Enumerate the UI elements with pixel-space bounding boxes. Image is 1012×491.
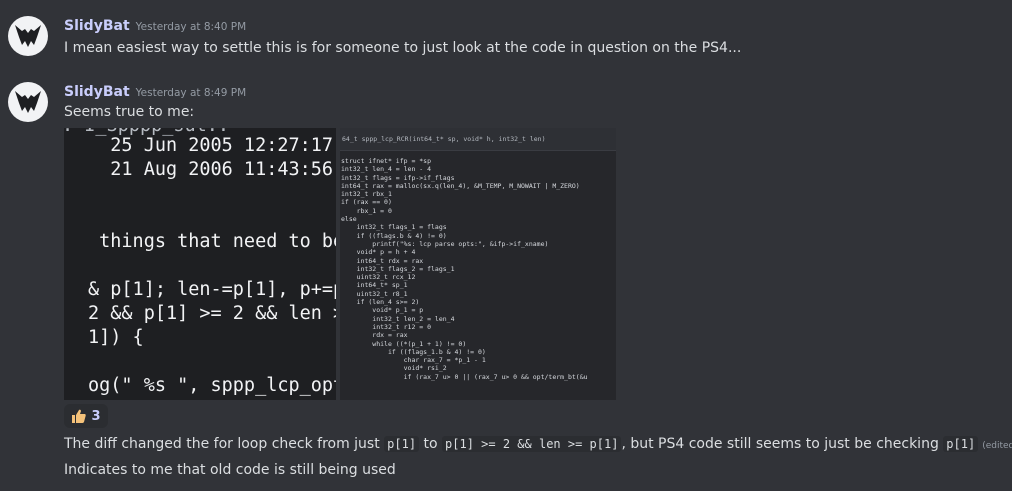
message-text: Indicates to me that old code is still b…: [64, 462, 396, 478]
timestamp[interactable]: Yesterday at 8:49 PM: [136, 87, 247, 99]
text-segment: The diff changed the for loop check from…: [64, 436, 380, 452]
inline-code: p[1] >= 2 && len >= p[1]: [442, 436, 622, 452]
inline-code: p[1]: [384, 436, 420, 452]
thumbs-up-icon: [72, 409, 87, 423]
message-text: Seems true to me:: [64, 104, 195, 120]
message-header: SlidyBat Yesterday at 8:49 PM: [64, 84, 246, 100]
inline-code: p[1]: [943, 436, 979, 452]
message-header: SlidyBat Yesterday at 8:40 PM: [64, 18, 246, 34]
message-text: The diff changed the for loop check from…: [64, 436, 1012, 452]
bat-icon: [15, 25, 41, 47]
text-segment: to: [423, 436, 438, 452]
decompile-header: 64_t sppp_lcp_RCR(int64_t* sp, void* h, …: [340, 128, 616, 151]
message-text: I mean easiest way to settle this is for…: [64, 40, 742, 56]
username[interactable]: SlidyBat: [64, 84, 130, 100]
bat-icon: [15, 91, 41, 113]
text-segment: , but PS4 code still seems to just be ch…: [621, 436, 939, 452]
edited-marker[interactable]: (edited): [982, 441, 1012, 451]
decompile-code: struct ifnet* ifp = *sp int32_t len_4 = …: [341, 157, 588, 381]
attachment-image-decompile[interactable]: 64_t sppp_lcp_RCR(int64_t* sp, void* h, …: [340, 128, 616, 400]
attachment-image-diff[interactable]: : I_Spppp_sut.. 25 Jun 2005 12:27:17 21 …: [64, 128, 336, 400]
code-snippet: 25 Jun 2005 12:27:17 21 Aug 2006 11:43:5…: [88, 135, 336, 396]
reaction-thumbs-up[interactable]: 3: [64, 404, 108, 428]
avatar[interactable]: [8, 16, 48, 56]
avatar[interactable]: [8, 82, 48, 122]
timestamp[interactable]: Yesterday at 8:40 PM: [136, 21, 247, 33]
reaction-count: 3: [91, 408, 101, 424]
username[interactable]: SlidyBat: [64, 18, 130, 34]
